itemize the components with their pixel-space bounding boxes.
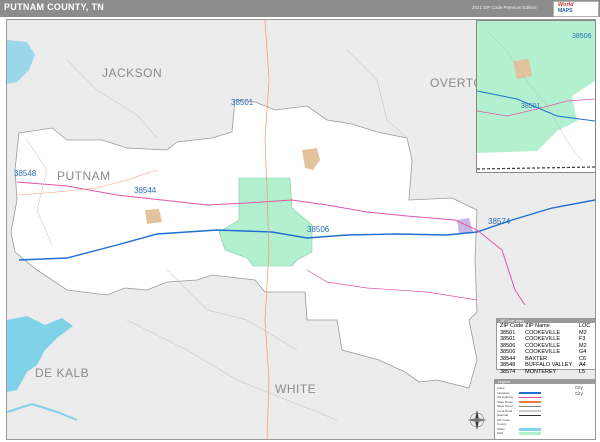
legend-label-interstate: Interstate <box>497 390 510 395</box>
county-label-dekalb: DE KALB <box>35 366 90 380</box>
zip-loc-cell: L5 <box>579 368 586 375</box>
legend-label-county: County <box>497 422 507 426</box>
legend-label-water: Water <box>497 426 505 431</box>
county-label-jackson: JACKSON <box>102 66 163 80</box>
zip-name-cell: MONTEREY <box>525 368 557 375</box>
zip-code-cell: 38574 <box>500 368 516 375</box>
legend-label-us-highway: US Highway <box>497 395 514 399</box>
legend-swatch-major-road <box>519 405 541 407</box>
center-hill-lake <box>7 316 73 392</box>
zip-label-38544: 38544 <box>134 186 157 195</box>
edition-label: 2021 ZIP Code Premium Edition <box>472 5 537 10</box>
legend-label-cities: Cities <box>497 386 505 390</box>
table-row: 38501 COOKEVILLE F3 <box>499 336 593 343</box>
title-bar: PUTNAM COUNTY, TN 2021 ZIP Code Premium … <box>0 0 600 17</box>
cookeville-inset-map[interactable]: 38506 38501 <box>476 20 596 173</box>
river-northwest <box>7 40 35 84</box>
north-arrow <box>467 410 487 430</box>
zip-index-header-row: ZIP Code ZIP Name LOC <box>499 323 593 330</box>
table-row: 38574 MONTEREY L5 <box>499 369 593 376</box>
table-row: 38548 BUFFALO VALLEY A4 <box>499 362 593 369</box>
zip-index-table: ZIP Code ZIP Name LOC 38501 COOKEVILLE M2 … <box>499 323 593 375</box>
zip-index-header-code: ZIP Code <box>500 323 524 329</box>
legend-label-state-route: State Route <box>497 399 513 404</box>
inset-zip-label-38501: 38501 <box>521 103 541 110</box>
zip-label-38506: 38506 <box>307 225 330 234</box>
legend-swatch-railroad <box>519 414 541 416</box>
legend-title: Legend <box>495 380 595 384</box>
county-label-white: WHITE <box>275 382 317 396</box>
zip-label-38548: 38548 <box>14 169 37 178</box>
inset-canvas <box>477 21 595 172</box>
legend-swatch-us-highway <box>519 396 541 398</box>
legend-label-park: Park <box>497 431 504 435</box>
legend-swatch-state-route <box>519 401 541 403</box>
legend-swatch-local-road <box>519 410 541 412</box>
zip-label-38501: 38501 <box>231 98 254 107</box>
county-label-putnam: PUTNAM <box>57 169 111 183</box>
legend-swatch-water <box>519 427 541 431</box>
zip-name-cell: BUFFALO VALLEY <box>525 362 573 368</box>
local-road-northeast <box>346 49 408 139</box>
legend-city-mark-2: City <box>575 391 583 396</box>
stream-southwest <box>7 402 78 421</box>
legend-label-local-road: Local Road <box>497 408 513 413</box>
table-row: 38506 COOKEVILLE G4 <box>499 349 593 356</box>
logo-line-2: MAPS <box>558 8 573 14</box>
legend-swatch-park <box>519 432 541 435</box>
zip-code-index: ZIP Code Index ZIP Code ZIP Name LOC 385… <box>496 318 596 375</box>
map-title: PUTNAM COUNTY, TN <box>4 2 105 12</box>
legend-swatch-interstate <box>519 392 541 394</box>
inset-zip-label-38506: 38506 <box>572 33 592 40</box>
legend-label-major-road: Major Road <box>497 404 513 408</box>
legend-city-mark-1: City <box>575 385 583 390</box>
zip-label-38574: 38574 <box>488 217 511 226</box>
urban-area-baxter <box>145 209 162 224</box>
map-legend: Legend Cities Interstate US Highway Stat… <box>494 379 596 440</box>
legend-label-railroad: Railroad <box>497 413 509 417</box>
legend-label-zip-code: ZIP Code <box>497 417 510 422</box>
publisher-logo: World MAPS <box>553 1 599 17</box>
local-road-south <box>126 319 338 421</box>
